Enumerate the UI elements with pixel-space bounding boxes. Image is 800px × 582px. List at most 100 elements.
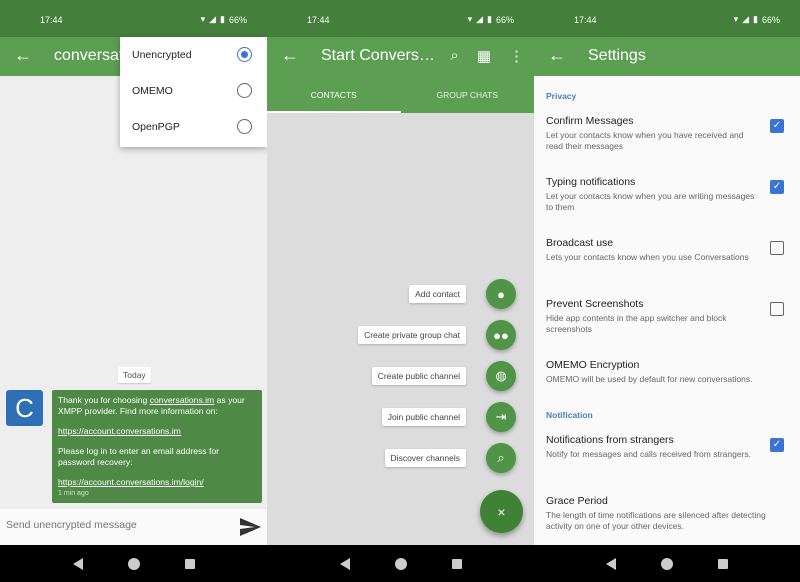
checkbox-checked[interactable]: ✓ xyxy=(770,119,784,133)
nav-home-icon[interactable] xyxy=(394,557,407,570)
toolbar: ← Start Convers… ⌕ ▦ ⋮ xyxy=(267,37,534,76)
action-label[interactable]: Create public channel xyxy=(371,367,466,385)
pref-broadcast-use[interactable]: Broadcast use Lets your contacts know whe… xyxy=(546,237,791,263)
back-arrow-icon[interactable]: ← xyxy=(14,45,32,66)
enter-icon[interactable]: ⇥ xyxy=(486,402,516,432)
radio-selected[interactable] xyxy=(237,47,252,62)
action-join-public-channel[interactable]: Join public channel ⇥ xyxy=(381,402,516,432)
status-time: 17:44 xyxy=(307,15,330,25)
message-link[interactable]: https://account.conversations.im/login/ xyxy=(58,477,204,487)
pref-summary: Hide app contents in the app switcher an… xyxy=(546,313,727,334)
checkbox[interactable] xyxy=(770,241,784,255)
page-title: Settings xyxy=(588,47,646,64)
status-bar: 17:44 ▾ ◢ ▮ 66% xyxy=(0,0,267,37)
status-time: 17:44 xyxy=(574,15,597,25)
nav-recents-icon[interactable] xyxy=(184,558,195,569)
checkbox-checked[interactable]: ✓ xyxy=(770,180,784,194)
menu-item-label: OpenPGP xyxy=(132,121,180,133)
nav-back-icon[interactable] xyxy=(339,557,350,570)
pref-grace-period[interactable]: Grace Period The length of time notificat… xyxy=(546,495,791,531)
pref-notifications-from-strangers[interactable]: Notifications from strangers Notify for m… xyxy=(546,434,791,460)
nav-bar xyxy=(267,545,534,582)
status-bar: 17:44 ▾ ◢ ▮ 66% xyxy=(267,0,534,37)
nav-recents-icon[interactable] xyxy=(717,558,728,569)
nav-recents-icon[interactable] xyxy=(451,558,462,569)
message-input[interactable] xyxy=(6,519,226,531)
action-label[interactable]: Discover channels xyxy=(384,449,466,467)
nav-bar xyxy=(0,545,267,582)
more-options-icon[interactable]: ⋮ xyxy=(509,47,524,65)
tab-contacts[interactable]: CONTACTS xyxy=(267,76,401,113)
message-link[interactable]: https://account.conversations.im xyxy=(58,426,181,436)
globe-icon[interactable]: ◍ xyxy=(486,361,516,391)
message-text: Thank you for choosing xyxy=(58,395,150,405)
menu-item-label: OMEMO xyxy=(132,85,173,97)
pref-summary: OMEMO will be used by default for new co… xyxy=(546,374,753,384)
composer xyxy=(0,509,267,545)
back-arrow-icon[interactable]: ← xyxy=(548,45,566,66)
message-link[interactable]: conversations.im xyxy=(150,395,214,405)
battery-icon: ▮ xyxy=(487,14,492,24)
toolbar: ← Settings xyxy=(534,37,800,76)
action-create-public-channel[interactable]: Create public channel ◍ xyxy=(371,361,516,391)
action-label[interactable]: Add contact xyxy=(409,285,466,303)
checkbox-checked[interactable]: ✓ xyxy=(770,438,784,452)
avatar[interactable]: C xyxy=(6,390,43,426)
message-text: Please log in to enter an email address … xyxy=(58,446,219,467)
tab-bar: CONTACTS GROUP CHATS xyxy=(267,76,534,113)
settings-screen: 17:44 ▾ ◢ ▮ 66% ← Settings Privacy Confirm … xyxy=(534,0,800,582)
menu-item-label: Unencrypted xyxy=(132,49,192,61)
nav-home-icon[interactable] xyxy=(127,557,140,570)
date-divider: Today xyxy=(118,367,151,383)
section-privacy: Privacy xyxy=(546,91,577,101)
checkbox[interactable] xyxy=(770,302,784,316)
battery-level: 66% xyxy=(228,14,247,25)
pref-title: Broadcast use xyxy=(546,237,614,249)
pref-title: OMEMO Encryption xyxy=(546,359,640,371)
radio[interactable] xyxy=(237,83,252,98)
send-icon[interactable] xyxy=(237,515,263,539)
pref-typing-notifications[interactable]: Typing notifications Let your contacts kn… xyxy=(546,176,791,212)
tab-group-chats[interactable]: GROUP CHATS xyxy=(401,76,535,113)
battery-icon: ▮ xyxy=(753,14,758,24)
battery-icon: ▮ xyxy=(220,14,225,24)
pref-summary: Let your contacts know when you are writ… xyxy=(546,191,755,212)
signal-icon: ◢ xyxy=(476,14,484,24)
wifi-icon: ▾ xyxy=(200,14,206,24)
pref-title: Grace Period xyxy=(546,495,608,507)
nav-home-icon[interactable] xyxy=(660,557,673,570)
pref-summary: The length of time notifications are sil… xyxy=(546,510,766,531)
pref-prevent-screenshots[interactable]: Prevent Screenshots Hide app contents in … xyxy=(546,298,791,334)
action-add-contact[interactable]: Add contact ● xyxy=(409,279,516,309)
search-icon[interactable]: ⌕ xyxy=(486,443,516,473)
action-create-private-group[interactable]: Create private group chat ●● xyxy=(358,320,516,350)
start-conversation-screen: 17:44 ▾ ◢ ▮ 66% ← Start Convers… ⌕ ▦ ⋮ CONTAC… xyxy=(267,0,534,582)
close-fab-button[interactable]: × xyxy=(480,490,523,533)
person-icon[interactable]: ● xyxy=(486,279,516,309)
qr-code-icon[interactable]: ▦ xyxy=(477,47,491,65)
pref-title: Notifications from strangers xyxy=(546,434,674,446)
action-label[interactable]: Join public channel xyxy=(381,408,466,426)
nav-back-icon[interactable] xyxy=(606,557,617,570)
pref-title: Confirm Messages xyxy=(546,115,634,127)
pref-summary: Let your contacts know when you have rec… xyxy=(546,130,744,151)
group-icon[interactable]: ●● xyxy=(486,320,516,350)
menu-item-unencrypted[interactable]: Unencrypted xyxy=(120,37,267,73)
pref-confirm-messages[interactable]: Confirm Messages Let your contacts know w… xyxy=(546,115,791,151)
status-bar: 17:44 ▾ ◢ ▮ 66% xyxy=(534,0,800,37)
action-label[interactable]: Create private group chat xyxy=(358,326,466,344)
wifi-icon: ▾ xyxy=(467,14,473,24)
menu-item-omemo[interactable]: OMEMO xyxy=(120,73,267,109)
pref-omemo-encryption[interactable]: OMEMO Encryption OMEMO will be used by de… xyxy=(546,359,791,385)
nav-back-icon[interactable] xyxy=(72,557,83,570)
action-discover-channels[interactable]: Discover channels ⌕ xyxy=(384,443,516,473)
nav-bar xyxy=(534,545,800,582)
search-icon[interactable]: ⌕ xyxy=(450,47,458,65)
menu-item-openpgp[interactable]: OpenPGP xyxy=(120,109,267,145)
pref-title: Typing notifications xyxy=(546,176,636,188)
pref-title: Prevent Screenshots xyxy=(546,298,644,310)
message-bubble: Thank you for choosing conversations.im … xyxy=(52,390,262,503)
radio[interactable] xyxy=(237,119,252,134)
back-arrow-icon[interactable]: ← xyxy=(281,45,299,66)
battery-level: 66% xyxy=(495,14,514,25)
